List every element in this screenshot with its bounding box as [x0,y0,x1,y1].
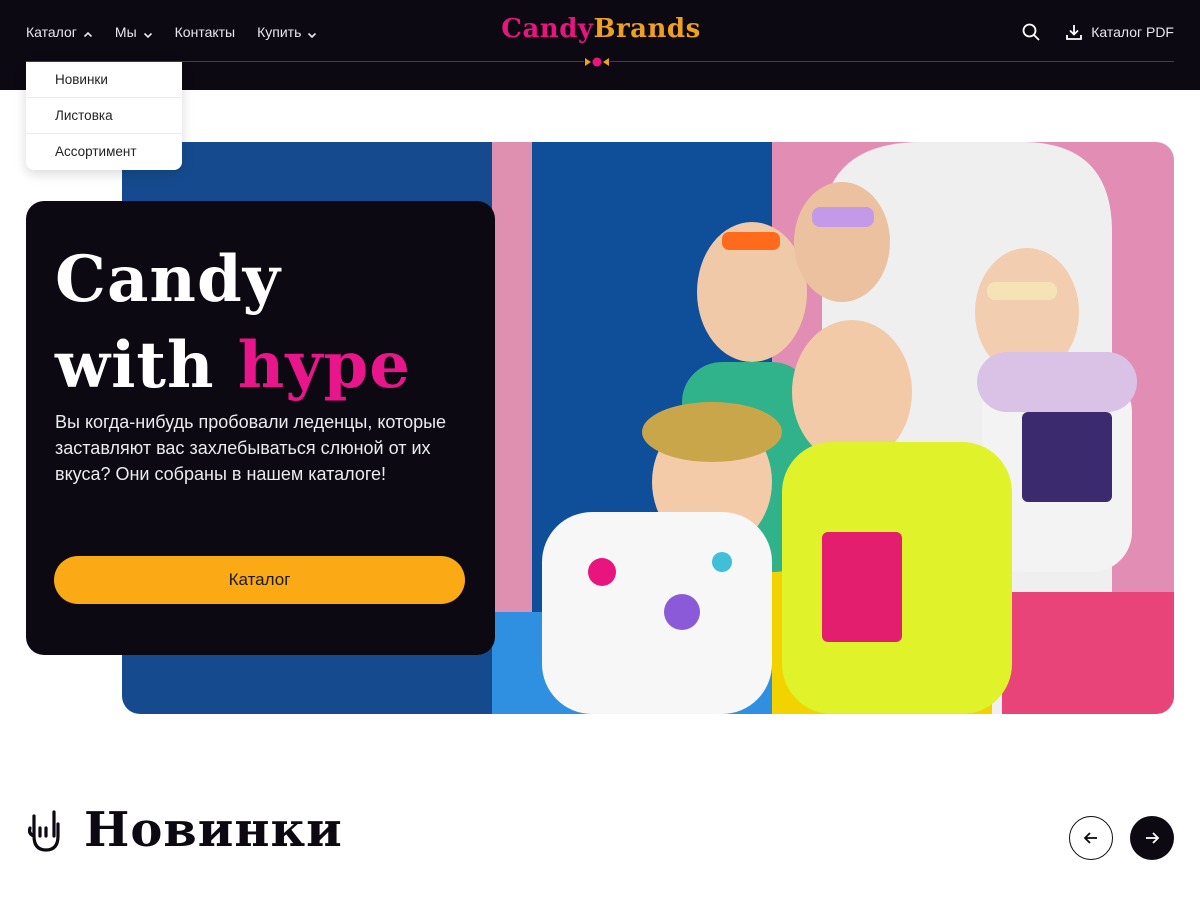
nav-contacts[interactable]: Контакты [175,22,235,42]
new-products-heading: Новинки [26,800,343,860]
nav-about-label: Мы [114,24,137,40]
download-icon [1066,25,1083,40]
catalog-button[interactable]: Каталог [54,556,465,604]
nav-buy[interactable]: Купить [257,22,317,42]
hero-title-line1: Candy [55,242,281,317]
logo-text-candy: Candy [501,14,594,44]
main-nav: Каталог Мы Контакты Купить [26,22,339,42]
candy-emblem-icon [584,55,610,69]
carousel-next-button[interactable] [1130,816,1174,860]
hero-title: Candy with hype [55,237,411,409]
carousel-prev-button[interactable] [1069,816,1113,860]
logo-text-b: B [593,14,616,44]
section-title: Новинки [84,802,343,858]
nav-catalog[interactable]: Каталог [26,22,93,42]
catalog-dropdown: Новинки Листовка Ассортимент [26,62,182,170]
hero-description: Вы когда-нибудь пробовали леденцы, котор… [55,412,447,484]
chevron-up-icon [83,27,93,38]
hero-card: Candy with hype Вы когда-нибудь пробовал… [26,201,495,655]
nav-about[interactable]: Мы [115,22,153,42]
search-icon[interactable] [1021,22,1041,42]
chevron-down-icon [143,27,153,39]
dropdown-item-new[interactable]: Новинки [26,62,182,98]
arrow-right-icon [1146,832,1160,844]
dropdown-item-leaflet[interactable]: Листовка [26,98,182,134]
nav-catalog-label: Каталог [26,24,77,40]
nav-buy-label: Купить [257,24,302,40]
nav-contacts-label: Контакты [174,24,236,40]
header-actions: Каталог PDF [1021,22,1174,42]
catalog-pdf-link[interactable]: Каталог PDF [1065,23,1174,41]
catalog-pdf-label: Каталог PDF [1091,24,1174,40]
chevron-down-icon [307,27,317,39]
logo-text-rands: rands [615,14,701,44]
hero-title-word: with [55,328,238,403]
site-logo[interactable]: CandyBrands [494,14,708,48]
hero-title-accent: hype [237,328,411,403]
dropdown-item-assortment[interactable]: Ассортимент [26,134,182,170]
arrow-left-icon [1083,832,1097,844]
hero-title-line2: with hype [55,323,411,409]
rock-hand-icon [27,810,60,852]
